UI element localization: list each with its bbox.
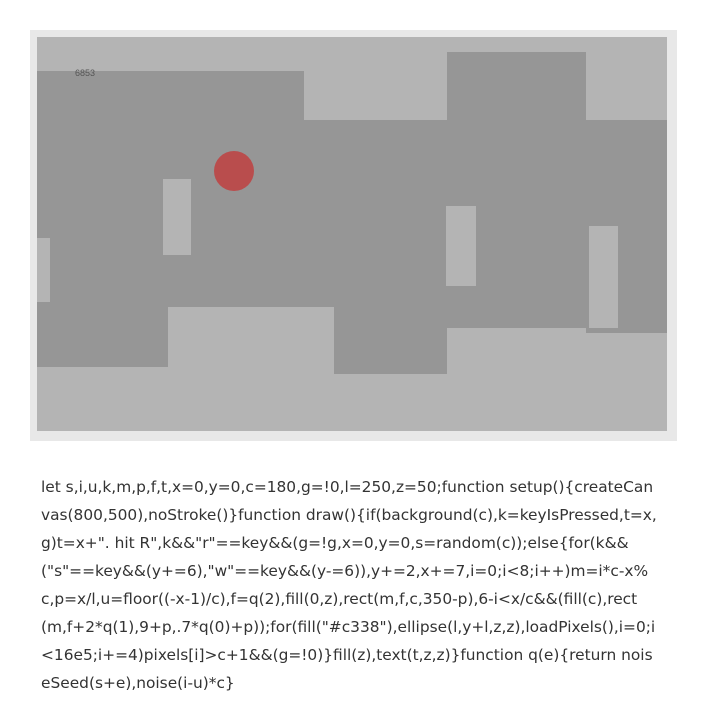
terrain-column	[447, 52, 586, 328]
terrain-column	[37, 71, 168, 367]
game-scene	[37, 52, 667, 374]
source-code-text: let s,i,u,k,m,p,f,t,x=0,y=0,c=180,g=!0,l…	[41, 478, 657, 692]
score-text: 6853	[75, 68, 96, 78]
obstacle	[163, 179, 191, 255]
obstacle	[37, 238, 50, 302]
game-canvas[interactable]: 6853	[37, 37, 667, 431]
player-ball	[214, 151, 254, 191]
sketch-frame: 6853	[30, 30, 677, 441]
obstacle	[446, 206, 476, 286]
terrain-column	[304, 120, 447, 307]
terrain-column	[334, 307, 447, 374]
obstacle	[589, 226, 618, 328]
